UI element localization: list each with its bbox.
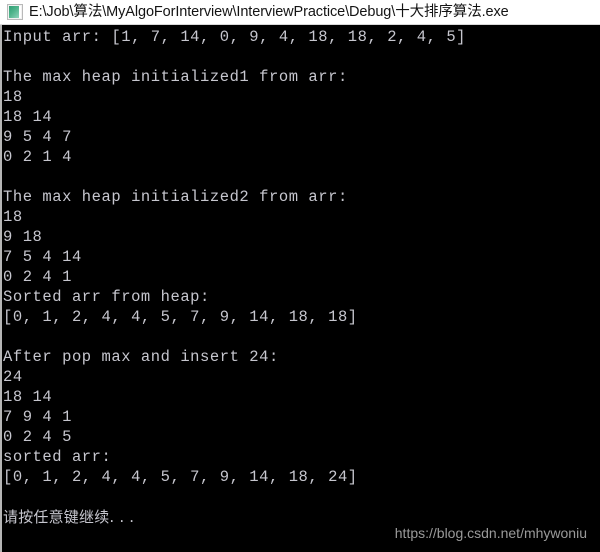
console-line: 18 bbox=[3, 208, 23, 226]
console-app-icon bbox=[7, 4, 23, 20]
console-line: 7 5 4 14 bbox=[3, 248, 82, 266]
console-line: After pop max and insert 24: bbox=[3, 348, 279, 366]
watermark-url: https://blog.csdn.net/mhywoniu bbox=[394, 525, 587, 541]
console-line: 7 9 4 1 bbox=[3, 408, 72, 426]
console-line: 18 14 bbox=[3, 388, 53, 406]
console-line: 18 bbox=[3, 88, 23, 106]
console-line: 18 14 bbox=[3, 108, 53, 126]
console-output-area[interactable]: Input arr: [1, 7, 14, 0, 9, 4, 18, 18, 2… bbox=[0, 25, 600, 552]
console-line: The max heap initialized1 from arr: bbox=[3, 68, 348, 86]
console-line: 0 2 4 1 bbox=[3, 268, 72, 286]
console-line: [0, 1, 2, 4, 4, 5, 7, 9, 14, 18, 18] bbox=[3, 308, 358, 326]
console-window: E:\Job\算法\MyAlgoForInterview\InterviewPr… bbox=[0, 0, 600, 552]
window-title: E:\Job\算法\MyAlgoForInterview\InterviewPr… bbox=[29, 3, 509, 20]
console-line: [0, 1, 2, 4, 4, 5, 7, 9, 14, 18, 24] bbox=[3, 468, 358, 486]
console-line: sorted arr: bbox=[3, 448, 112, 466]
console-line: 0 2 1 4 bbox=[3, 148, 72, 166]
console-line: 24 bbox=[3, 368, 23, 386]
press-any-key-prompt: 请按任意键继续. . . bbox=[3, 508, 135, 526]
console-line: Sorted arr from heap: bbox=[3, 288, 210, 306]
console-text-block: Input arr: [1, 7, 14, 0, 9, 4, 18, 18, 2… bbox=[3, 27, 597, 527]
console-line: 9 5 4 7 bbox=[3, 128, 72, 146]
console-line: 0 2 4 5 bbox=[3, 428, 72, 446]
console-line: 9 18 bbox=[3, 228, 43, 246]
console-line: The max heap initialized2 from arr: bbox=[3, 188, 348, 206]
title-bar[interactable]: E:\Job\算法\MyAlgoForInterview\InterviewPr… bbox=[0, 0, 600, 25]
console-line: Input arr: [1, 7, 14, 0, 9, 4, 18, 18, 2… bbox=[3, 28, 467, 46]
